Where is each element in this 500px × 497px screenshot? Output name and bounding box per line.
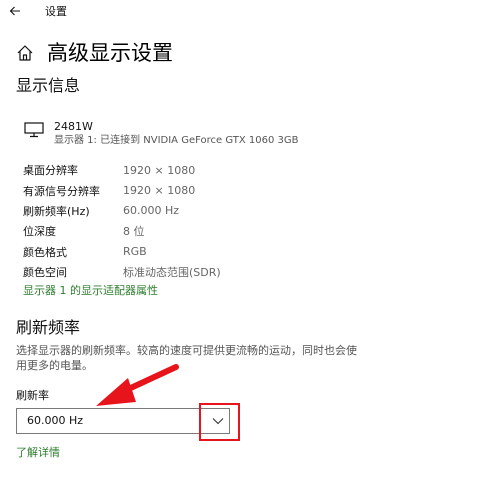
learn-more-link[interactable]: 了解详情 [16, 446, 60, 460]
display-device: 2481W 显示器 1: 已连接到 NVIDIA GeForce GTX 106… [24, 120, 298, 148]
refresh-rate-description: 选择显示器的刷新频率。较高的速度可提供更流畅的运动，同时也会使用更多的电量。 [16, 344, 357, 372]
home-icon[interactable] [16, 44, 34, 62]
refresh-rate-heading: 刷新频率 [16, 318, 81, 337]
settings-window: 设置 高级显示设置 显示信息 2481W 显示器 1: 已连接到 NVIDIA … [0, 0, 500, 497]
info-row: 颜色格式 RGB [23, 242, 221, 262]
adapter-properties-link[interactable]: 显示器 1 的显示适配器属性 [23, 284, 158, 298]
refresh-rate-dropdown[interactable]: 60.000 Hz [16, 408, 230, 434]
info-label: 桌面分辨率 [23, 164, 78, 178]
title-bar: 设置 [0, 0, 500, 24]
display-name: 2481W [54, 120, 93, 133]
page-header: 高级显示设置 [16, 38, 173, 68]
info-label: 颜色空间 [23, 266, 67, 280]
info-row: 桌面分辨率 1920 × 1080 [23, 160, 221, 180]
refresh-rate-selected: 60.000 Hz [27, 414, 84, 427]
info-row: 有源信号分辨率 1920 × 1080 [23, 180, 221, 200]
annotation-highlight-box [199, 403, 240, 441]
info-value: RGB [123, 245, 147, 259]
display-connection: 显示器 1: 已连接到 NVIDIA GeForce GTX 1060 3GB [54, 135, 299, 146]
info-value: 标准动态范围(SDR) [123, 266, 221, 280]
info-value: 1920 × 1080 [123, 184, 196, 198]
info-row: 颜色空间 标准动态范围(SDR) [23, 262, 221, 282]
monitor-icon [24, 122, 44, 138]
info-label: 有源信号分辨率 [23, 184, 100, 198]
info-label: 位深度 [23, 225, 56, 239]
back-arrow-icon[interactable] [9, 2, 27, 20]
info-value: 8 位 [123, 225, 145, 239]
display-info-heading: 显示信息 [16, 76, 81, 95]
window-title: 设置 [45, 5, 67, 18]
info-value: 60.000 Hz [123, 204, 180, 218]
info-value: 1920 × 1080 [123, 163, 196, 177]
display-info-table: 桌面分辨率 1920 × 1080 有源信号分辨率 1920 × 1080 刷新… [23, 160, 221, 282]
page-title: 高级显示设置 [47, 41, 173, 65]
info-label: 颜色格式 [23, 245, 67, 259]
info-row: 位深度 8 位 [23, 221, 221, 241]
info-label: 刷新频率(Hz) [23, 204, 90, 218]
info-row: 刷新频率(Hz) 60.000 Hz [23, 201, 221, 221]
refresh-rate-label: 刷新率 [16, 389, 49, 402]
